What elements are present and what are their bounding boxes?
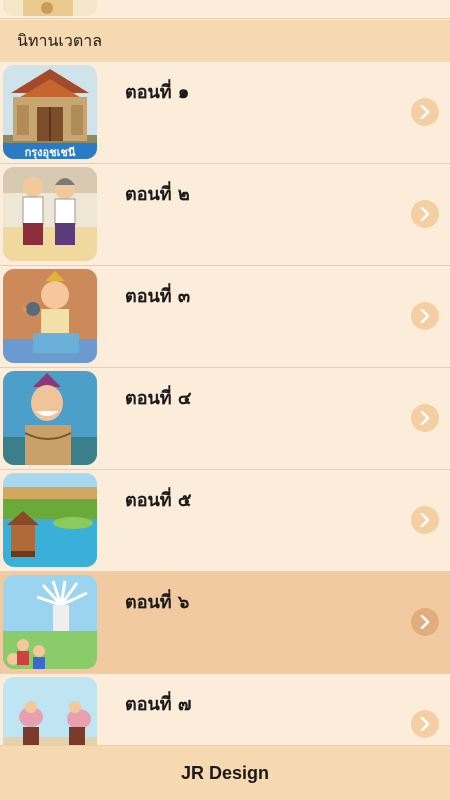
episode-title: ตอนที่ ๓: [125, 286, 191, 307]
footer-label: JR Design: [180, 762, 270, 783]
episode-title: ตอนที่ ๒: [125, 184, 190, 205]
chevron-right-icon[interactable]: [411, 608, 439, 636]
episode-row-7[interactable]: ตอนที่ ๗: [0, 674, 450, 745]
episode-row-6[interactable]: ตอนที่ ๖: [0, 572, 450, 674]
chevron-right-icon[interactable]: [411, 506, 439, 534]
partial-thumbnail: [3, 0, 97, 16]
two-villagers-thumbnail: [3, 167, 97, 261]
chevron-right-icon[interactable]: [411, 404, 439, 432]
episode-title: ตอนที่ ๑: [125, 82, 190, 103]
chevron-right-icon[interactable]: [411, 98, 439, 126]
thumbnail-caption: กรุงอุชเชนี: [25, 146, 76, 159]
procession-thumbnail: [3, 677, 97, 745]
episode-list[interactable]: กรุงอุชเชนี ตอนที่ ๑ ตอนที่ ๒ ตอนที่ ๓ ต…: [0, 62, 450, 745]
many-armed-deity-thumbnail: [3, 575, 97, 669]
chevron-right-icon[interactable]: [411, 302, 439, 330]
chevron-right-icon[interactable]: [411, 200, 439, 228]
chevron-right-icon[interactable]: [411, 710, 439, 738]
section-title: นิทานเวตาล: [17, 30, 103, 50]
episode-title: ตอนที่ ๔: [125, 388, 192, 409]
episode-title: ตอนที่ ๕: [125, 490, 192, 511]
episode-title: ตอนที่ ๖: [125, 592, 190, 613]
footer-bar: JR Design: [0, 745, 450, 800]
palace-gate-thumbnail: กรุงอุชเชนี: [3, 65, 97, 159]
episode-title: ตอนที่ ๗: [125, 694, 192, 715]
episode-row-4[interactable]: ตอนที่ ๔: [0, 368, 450, 470]
old-man-thumbnail: [3, 371, 97, 465]
river-village-thumbnail: [3, 473, 97, 567]
episode-row-3[interactable]: ตอนที่ ๓: [0, 266, 450, 368]
previous-list-row-partial[interactable]: [0, 0, 450, 19]
episode-row-2[interactable]: ตอนที่ ๒: [0, 164, 450, 266]
princess-with-bird-thumbnail: [3, 269, 97, 363]
episode-row-5[interactable]: ตอนที่ ๕: [0, 470, 450, 572]
episode-row-1[interactable]: กรุงอุชเชนี ตอนที่ ๑: [0, 62, 450, 164]
section-header: นิทานเวตาล: [0, 20, 450, 62]
